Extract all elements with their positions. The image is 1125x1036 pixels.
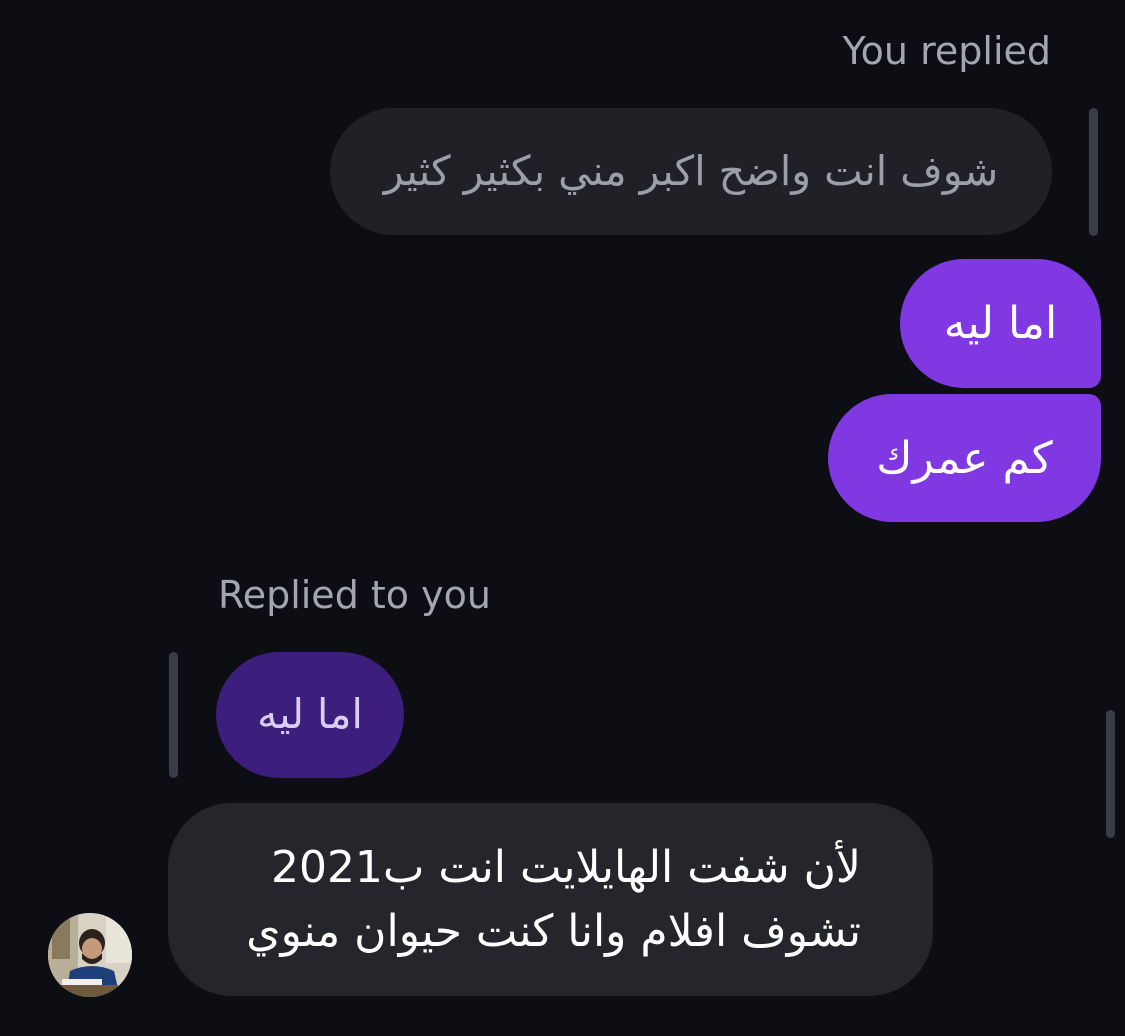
quoted-message-bubble[interactable]: اما ليه [216,652,404,778]
sent-message-bubble[interactable]: كم عمرك [828,394,1101,522]
quoted-message-bubble[interactable]: شوف انت واضح اكبر مني بكثير كثير [330,108,1052,235]
replied-to-you-label: Replied to you [218,573,491,617]
received-message-line: تشوف افلام وانا كنت حيوان منوي [246,905,861,957]
quoted-message-text: شوف انت واضح اكبر مني بكثير كثير [383,146,999,195]
reply-indicator-bar [169,652,178,778]
sender-avatar-icon[interactable] [48,913,132,997]
sent-message-text: كم عمرك [876,432,1053,484]
reply-indicator-bar [1089,108,1098,236]
sent-message-text: اما ليه [943,298,1058,349]
received-message-line: لأن شفت الهايلايت انت ب2021 [270,841,861,893]
you-replied-label: You replied [842,29,1051,73]
quoted-message-text: اما ليه [257,690,363,739]
received-message-bubble[interactable]: لأن شفت الهايلايت انت ب2021 تشوف افلام و… [168,803,933,996]
scrollbar[interactable] [1106,710,1115,838]
sent-message-bubble[interactable]: اما ليه [900,259,1101,388]
